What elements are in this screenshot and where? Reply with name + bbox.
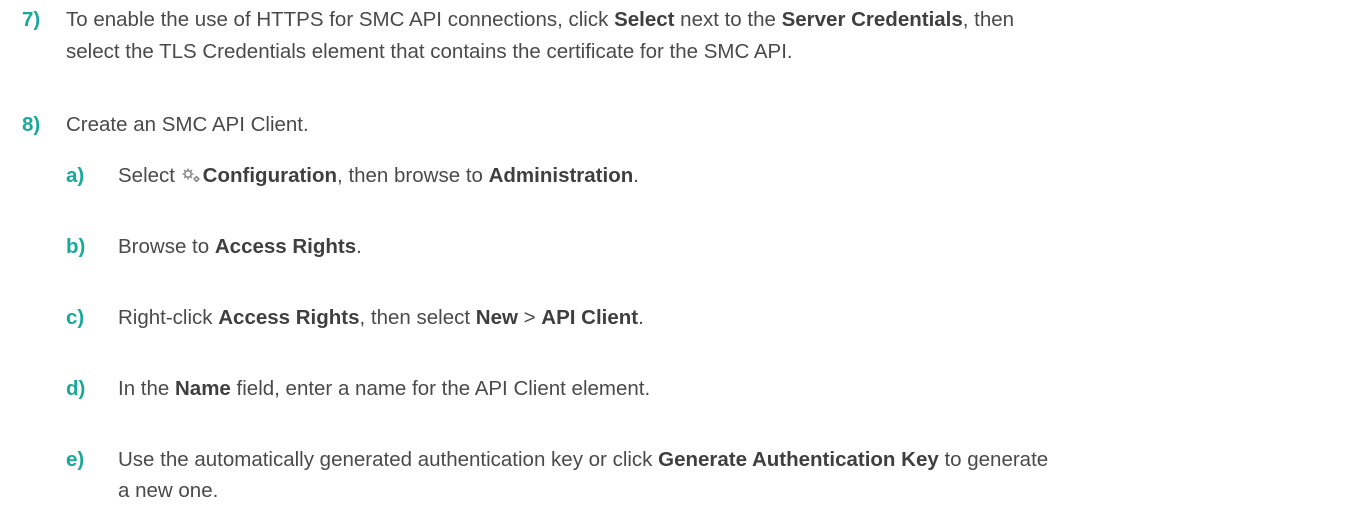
substep-text-line-1: Use the automatically generated authenti… xyxy=(118,444,1048,475)
text-run: To enable the use of HTTPS for SMC API c… xyxy=(66,8,615,31)
text-run: , then select xyxy=(359,306,476,329)
substep-text: Select Configuration, then browse to Adm… xyxy=(118,160,639,191)
bold-administration: Administration xyxy=(488,164,634,187)
text-run: Browse to xyxy=(118,235,215,258)
substep-text: Right-click Access Rights, then select N… xyxy=(118,302,644,333)
bold-configuration: Configuration xyxy=(202,164,338,187)
bold-server-credentials: Server Credentials xyxy=(781,8,963,31)
text-run: Right-click xyxy=(118,306,219,329)
step-text-line-1: To enable the use of HTTPS for SMC API c… xyxy=(66,4,1014,35)
bold-generate-authentication-key: Generate Authentication Key xyxy=(658,448,939,471)
substep-letter: b) xyxy=(66,235,86,258)
substep-letter: e) xyxy=(66,448,85,471)
bold-new: New xyxy=(475,306,518,329)
substep-text: Browse to Access Rights. xyxy=(118,231,362,262)
bold-select: Select xyxy=(614,8,675,31)
substep-text-line-2: a new one. xyxy=(118,479,219,502)
bold-access-rights: Access Rights xyxy=(214,235,357,258)
text-run: , then xyxy=(962,8,1015,31)
step-text: Create an SMC API Client. xyxy=(66,113,309,136)
substep-letter: a) xyxy=(66,164,85,187)
text-run: > xyxy=(517,306,542,329)
text-run: Select xyxy=(118,164,181,187)
step-number: 8) xyxy=(22,113,41,136)
bold-access-rights: Access Rights xyxy=(218,306,360,329)
substep-letter: d) xyxy=(66,377,86,400)
text-run: In the xyxy=(118,377,175,400)
text-run: Use the automatically generated authenti… xyxy=(118,448,659,471)
step-text-line-2: select the TLS Credentials element that … xyxy=(66,40,793,63)
text-run: . xyxy=(356,235,362,258)
text-run: field, enter a name for the API Client e… xyxy=(230,377,651,400)
text-run: next to the xyxy=(674,8,782,31)
text-run: to generate xyxy=(938,448,1049,471)
text-run: . xyxy=(638,306,644,329)
text-run: , then browse to xyxy=(337,164,489,187)
configuration-gear-icon xyxy=(181,166,203,184)
bold-name: Name xyxy=(175,377,231,400)
substep-text: In the Name field, enter a name for the … xyxy=(118,373,650,404)
text-run: . xyxy=(633,164,639,187)
substep-letter: c) xyxy=(66,306,85,329)
bold-api-client: API Client xyxy=(541,306,639,329)
step-number: 7) xyxy=(22,8,41,31)
